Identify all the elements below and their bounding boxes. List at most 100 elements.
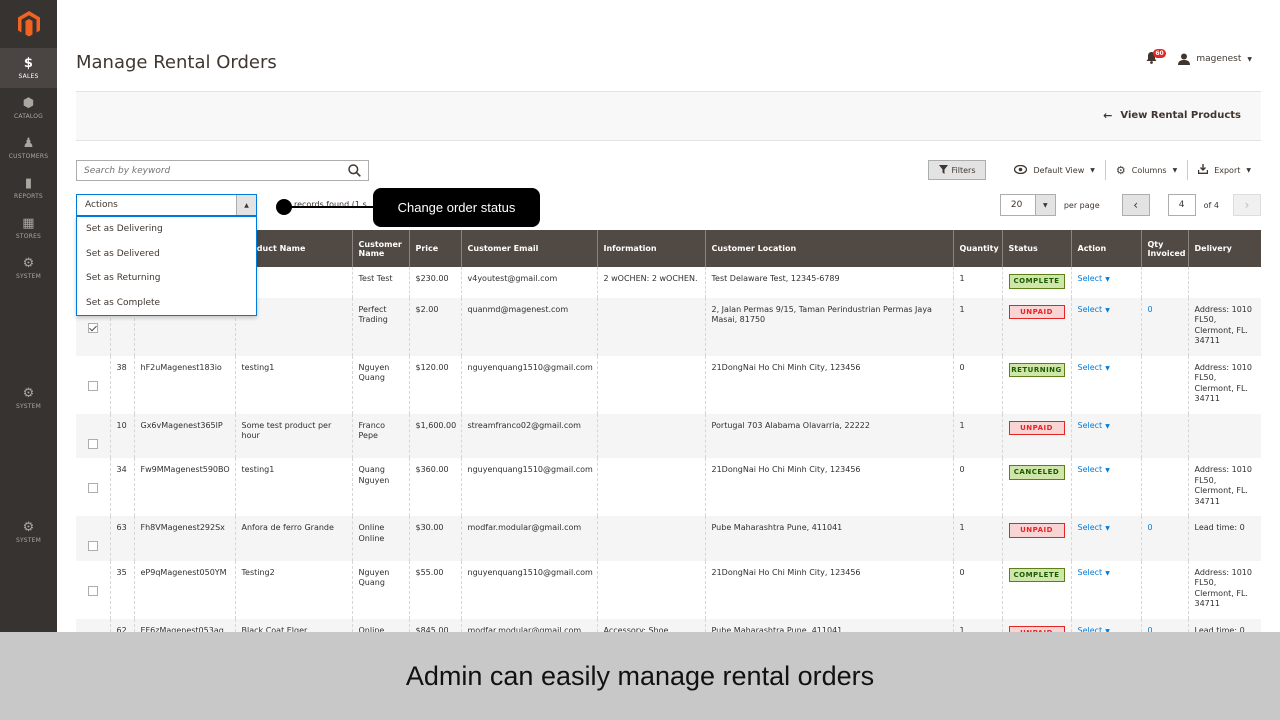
caret-down-icon: ▼	[1105, 467, 1110, 474]
magento-logo[interactable]	[0, 0, 57, 48]
cell-id: 62	[109, 618, 134, 632]
sidebar-item-system-2[interactable]: ⚙ SYSTEM	[0, 378, 57, 418]
cell-info	[596, 355, 705, 414]
status-badge: UNPAID	[1008, 420, 1065, 435]
row-checkbox[interactable]	[88, 483, 98, 493]
cell-info	[596, 560, 705, 619]
cell-email: nguyenquang1510@gmail.com	[460, 355, 597, 414]
row-action-label: Select	[1077, 274, 1103, 283]
sidebar-item-reports[interactable]: ▮ REPORTS	[0, 168, 57, 208]
cell-delivery: Address: 1010 FL50, Clermont, FL. 34711	[1187, 355, 1261, 414]
cell-id: 10	[109, 413, 134, 458]
column-header[interactable]: Customer Email	[460, 230, 597, 267]
row-action-label: Select	[1077, 567, 1103, 577]
user-menu[interactable]: magenest ▼	[1178, 53, 1252, 65]
cell-qty: 1	[952, 297, 1002, 356]
sidebar-item-label: SYSTEM	[15, 402, 42, 410]
sidebar-item-sales[interactable]: $ SALES	[0, 48, 57, 88]
cell-order: EF6zMagenest053ag	[133, 618, 235, 632]
column-header[interactable]: Action	[1070, 230, 1141, 267]
status-badge: UNPAID	[1008, 523, 1065, 538]
store-icon: ▦	[22, 215, 35, 231]
cell-status: UNPAID	[1001, 618, 1071, 632]
search-input[interactable]	[77, 161, 340, 180]
per-page-label: per page	[1063, 200, 1100, 210]
cell-status: UNPAID	[1001, 516, 1071, 561]
row-action-select[interactable]: Select ▼	[1078, 568, 1110, 577]
cell-price: $845.00	[408, 618, 461, 632]
row-action-select[interactable]: Select ▼	[1078, 363, 1110, 372]
next-page-button[interactable]: ›	[1233, 194, 1261, 216]
search-icon	[347, 164, 361, 177]
row-checkbox[interactable]	[88, 541, 98, 551]
total-pages-label: of 4	[1203, 200, 1219, 210]
row-action-select[interactable]: Select ▼	[1078, 274, 1110, 283]
download-icon	[1197, 164, 1209, 176]
row-checkbox[interactable]	[88, 438, 98, 449]
cell-location: Portugal 703 Alabama Olavarria, 22222	[704, 413, 953, 458]
sidebar-item-system[interactable]: ⚙ SYSTEM	[0, 248, 57, 288]
caret-down-icon: ▼	[1105, 276, 1110, 283]
cell-delivery	[1187, 267, 1261, 298]
chevron-down-icon: ▼	[1090, 166, 1095, 174]
current-page-input[interactable]: 4	[1167, 194, 1196, 216]
cell-info	[596, 458, 705, 516]
status-badge: COMPLETE	[1008, 274, 1065, 289]
username: magenest	[1196, 54, 1242, 64]
mass-actions-select[interactable]: Actions ▲	[76, 194, 257, 216]
cell-price: $2.00	[408, 297, 461, 356]
sidebar-item-customers[interactable]: ♟ CUSTOMERS	[0, 128, 57, 168]
row-action-select[interactable]: Select ▼	[1078, 305, 1110, 314]
per-page-select[interactable]: 20 ▼	[999, 194, 1056, 216]
cell-action: Select ▼	[1070, 355, 1141, 414]
row-action-select[interactable]: Select ▼	[1078, 523, 1110, 532]
cell-status: COMPLETE	[1001, 267, 1071, 298]
cell-location: 21DongNai Ho Chi Minh City, 123456	[704, 355, 953, 414]
column-header[interactable]: Quantity	[952, 230, 1002, 267]
sidebar-item-catalog[interactable]: ⬢ CATALOG	[0, 88, 57, 128]
filters-button[interactable]: Filters	[927, 160, 987, 180]
sidebar-item-stores[interactable]: ▦ STORES	[0, 208, 57, 248]
column-header[interactable]: Delivery	[1187, 230, 1261, 267]
cell-product: Testing2	[234, 560, 352, 619]
caret-down-icon: ▼	[1034, 195, 1055, 215]
column-header[interactable]: Information	[596, 230, 705, 267]
row-select-cell	[76, 516, 110, 561]
columns-dropdown[interactable]: ⚙ Columns ▼	[1106, 160, 1189, 180]
mass-action-option[interactable]: Set as Delivered	[77, 242, 256, 267]
row-checkbox[interactable]	[88, 380, 98, 391]
cell-product: Black Coat Elger	[234, 618, 352, 632]
column-header[interactable]: Qty Invoiced	[1140, 230, 1188, 267]
column-header[interactable]: Status	[1001, 230, 1071, 267]
view-rental-products-button[interactable]: ← View Rental Products	[1103, 109, 1241, 122]
column-header[interactable]: Price	[408, 230, 461, 267]
row-checkbox[interactable]	[88, 585, 98, 596]
notifications-button[interactable]: 60	[1146, 49, 1166, 66]
export-dropdown[interactable]: Export ▼	[1188, 160, 1261, 180]
cell-qty: 0	[952, 560, 1002, 619]
cell-location: Test Delaware Test, 12345-6789	[704, 267, 953, 298]
cell-location: Pube Maharashtra Pune, 411041	[704, 516, 953, 561]
column-header[interactable]: Customer Location	[704, 230, 953, 267]
mass-action-option[interactable]: Set as Returning	[77, 266, 256, 291]
search-button[interactable]	[340, 164, 368, 177]
column-header[interactable]: Customer Name	[351, 230, 409, 267]
filters-label: Filters	[951, 165, 976, 175]
mass-action-option[interactable]: Set as Delivering	[77, 217, 256, 242]
mass-action-option[interactable]: Set as Complete	[77, 291, 256, 316]
sidebar-item-label: REPORTS	[14, 192, 43, 200]
sidebar-item-label: SALES	[18, 72, 39, 80]
cell-delivery	[1187, 413, 1261, 458]
row-action-label: Select	[1077, 465, 1103, 474]
row-action-select[interactable]: Select ▼	[1078, 421, 1110, 430]
default-view-dropdown[interactable]: Default View ▼	[1004, 160, 1106, 180]
sidebar-item-system-3[interactable]: ⚙ SYSTEM	[0, 512, 57, 552]
cell-price: $30.00	[408, 516, 461, 561]
cell-info	[596, 297, 705, 356]
row-checkbox[interactable]	[88, 322, 98, 333]
previous-page-button[interactable]: ‹	[1121, 194, 1150, 216]
cell-price: $230.00	[408, 267, 461, 298]
row-action-select[interactable]: Select ▼	[1078, 465, 1110, 474]
cell-order: hF2uMagenest183io	[133, 355, 235, 414]
cell-delivery: Lead time: 0	[1187, 516, 1261, 561]
